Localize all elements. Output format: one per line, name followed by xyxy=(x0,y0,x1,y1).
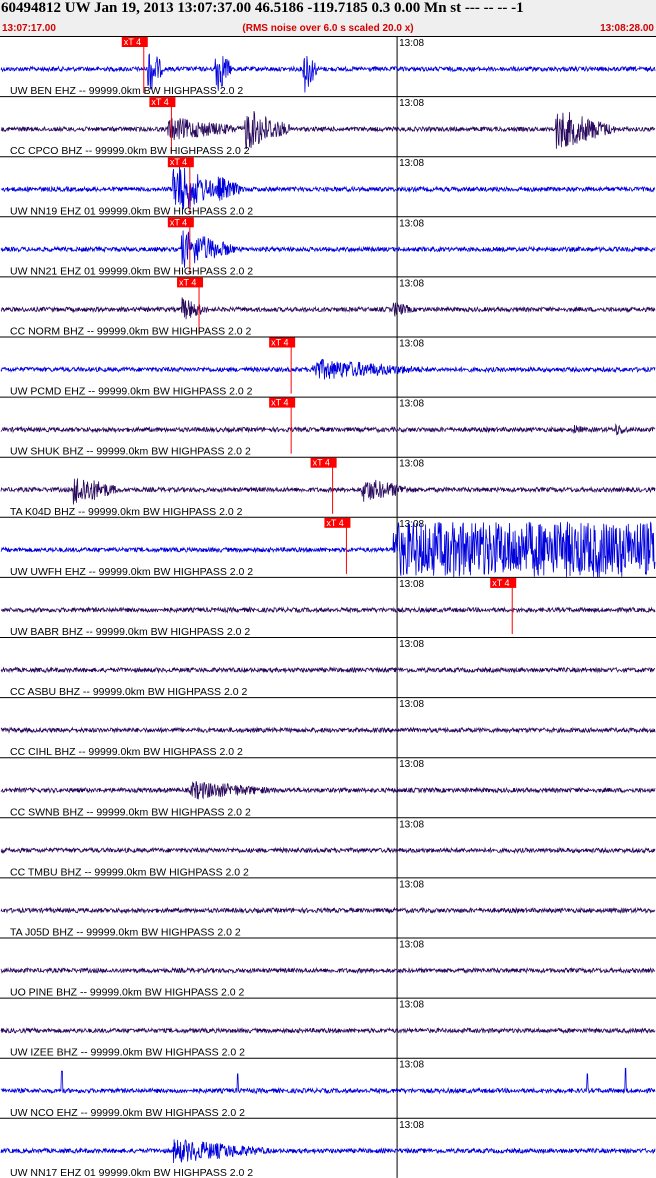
event-title: 60494812 UW Jan 19, 2013 13:07:37.00 46.… xyxy=(1,0,524,16)
trace-6: 13:08 xT 4 UW SHUK BHZ -- 99999.0km BW HIG… xyxy=(0,396,656,458)
minute-tick-label: 13:08 xyxy=(399,879,424,890)
trace-4: 13:08 xT 4 CC NORM BHZ -- 99999.0km BW HIG… xyxy=(0,276,656,338)
waveform xyxy=(0,423,656,436)
trace-11: 13:08 CC CIHL BHZ -- 99999.0km BW HIGHPAS… xyxy=(0,697,656,758)
minute-tick-label: 13:08 xyxy=(399,459,424,470)
minute-tick-label: 13:08 xyxy=(399,1060,424,1071)
waveform xyxy=(0,1067,656,1095)
waveform xyxy=(0,1139,656,1164)
station-label: CC NORM BHZ -- 99999.0km BW HIGHPASS 2.0… xyxy=(10,326,252,338)
station-label: UW NN17 EHZ 01 99999.0km BW HIGHPASS 2.0… xyxy=(10,1167,253,1178)
trace-5: 13:08 xT 4 UW PCMD EHZ -- 99999.0km BW HIG… xyxy=(0,336,656,398)
trace-8: 13:08xT 4UW UWFH EHZ -- 99999.0km BW HIG… xyxy=(0,516,656,578)
minute-tick-label: 13:08 xyxy=(399,759,424,770)
station-label: CC CIHL BHZ -- 99999.0km BW HIGHPASS 2.0… xyxy=(10,746,243,758)
station-label: UW IZEE BHZ -- 99999.0km BW HIGHPASS 2.0… xyxy=(10,1047,245,1059)
trace-10: 13:08 CC ASBU BHZ -- 99999.0km BW HIGHPAS… xyxy=(0,637,656,698)
station-label: UW NCO EHZ -- 99999.0km BW HIGHPASS 2.0 … xyxy=(10,1107,245,1119)
waveform xyxy=(0,478,656,505)
waveform xyxy=(0,666,656,674)
waveform xyxy=(0,726,656,734)
trace-17: 13:08 UW NCO EHZ -- 99999.0km BW HIGHPASS… xyxy=(0,1057,656,1119)
waveform xyxy=(0,781,656,800)
minute-tick-label: 13:08 xyxy=(399,1120,424,1131)
waveform xyxy=(0,297,656,320)
minute-tick-label: 13:08 xyxy=(399,940,424,951)
minute-tick-label: 13:08 xyxy=(399,1000,424,1011)
station-label: UW PCMD EHZ -- 99999.0km BW HIGHPASS 2.0… xyxy=(10,386,253,398)
pick-label: xT 4 xyxy=(151,97,168,107)
pick-label: xT 4 xyxy=(271,338,288,348)
minute-tick-label: 13:08 xyxy=(399,158,424,169)
minute-tick-label: 13:08 xyxy=(399,639,424,650)
trace-15: 13:08 UO PINE BHZ -- 99999.0km BW HIGHPAS… xyxy=(0,937,656,999)
trace-18: 13:08 UW NN17 EHZ 01 99999.0km BW HIGHPAS… xyxy=(0,1117,656,1178)
minute-tick-label: 13:08 xyxy=(399,579,424,590)
pick-label: xT 4 xyxy=(326,518,343,528)
trace-12: 13:08 CC SWNB BHZ -- 99999.0km BW HIGHPAS… xyxy=(0,757,656,818)
rms-note: (RMS noise over 6.0 s scaled 20.0 x) xyxy=(242,23,414,34)
minute-tick-label: 13:08 xyxy=(399,278,424,289)
end-time: 13:08:28.00 xyxy=(600,23,654,34)
waveform xyxy=(0,230,656,268)
pick-label: xT 4 xyxy=(170,157,187,167)
station-label: UW NN21 EHZ 01 99999.0km BW HIGHPASS 2.0… xyxy=(10,265,253,277)
station-label: CC CPCO BHZ -- 99999.0km BW HIGHPASS 2.0… xyxy=(10,145,250,157)
minute-tick-label: 13:08 xyxy=(399,399,424,410)
station-label: CC SWNB BHZ -- 99999.0km BW HIGHPASS 2.0… xyxy=(10,806,251,818)
station-label: CC ASBU BHZ -- 99999.0km BW HIGHPASS 2.0… xyxy=(10,686,247,698)
pick-label: xT 4 xyxy=(124,37,141,47)
trace-7: 13:08 xT 4 TA K04D BHZ -- 99999.0km BW HIG… xyxy=(0,456,656,518)
pick-label: xT 4 xyxy=(179,277,196,287)
station-label: UW BABR BHZ -- 99999.0km BW HIGHPASS 2.0… xyxy=(10,626,250,638)
trace-14: 13:08 TA J05D BHZ -- 99999.0km BW HIGHPAS… xyxy=(0,877,656,939)
waveform xyxy=(0,358,656,380)
minute-tick-label: 13:08 xyxy=(399,218,424,229)
minute-tick-label: 13:08 xyxy=(399,38,424,49)
minute-tick-label: 13:08 xyxy=(399,819,424,830)
station-label: UW SHUK BHZ -- 99999.0km BW HIGHPASS 2.0… xyxy=(10,446,251,458)
pick-label: xT 4 xyxy=(271,398,288,408)
waveform xyxy=(0,1026,656,1035)
pick-label: xT 4 xyxy=(313,458,330,468)
waveform xyxy=(0,846,656,855)
pick-label: xT 4 xyxy=(170,217,187,227)
station-label: TA K04D BHZ -- 99999.0km BW HIGHPASS 2.0… xyxy=(10,506,243,518)
header-bar: 60494812 UW Jan 19, 2013 13:07:37.00 46.… xyxy=(0,0,656,37)
trace-16: 13:08 UW IZEE BHZ -- 99999.0km BW HIGHPAS… xyxy=(0,997,656,1059)
waveform xyxy=(0,111,656,150)
minute-tick-label: 13:08 xyxy=(399,339,424,350)
waveform xyxy=(0,606,656,614)
station-label: UW UWFH EHZ -- 99999.0km BW HIGHPASS 2.0… xyxy=(10,566,253,578)
minute-tick-label: 13:08 xyxy=(399,699,424,710)
trace-13: 13:08 CC TMBU BHZ -- 99999.0km BW HIGHPAS… xyxy=(0,817,656,878)
station-label: UO PINE BHZ -- 99999.0km BW HIGHPASS 2.0… xyxy=(10,987,245,999)
station-label: CC TMBU BHZ -- 99999.0km BW HIGHPASS 2.0… xyxy=(10,866,249,878)
station-label: TA J05D BHZ -- 99999.0km BW HIGHPASS 2.0… xyxy=(10,927,241,939)
trace-1: 13:08 xT 4 CC CPCO BHZ -- 99999.0km BW HIG… xyxy=(0,96,656,157)
minute-tick-label: 13:08 xyxy=(399,98,424,109)
station-label: UW NN19 EHZ 01 99999.0km BW HIGHPASS 2.0… xyxy=(10,205,253,217)
station-label: UW BEN EHZ -- 99999.0km BW HIGHPASS 2.0 … xyxy=(10,85,243,97)
waveform xyxy=(0,966,656,975)
waveform xyxy=(0,906,656,915)
seismogram-plot: 13:08xT 4UW BEN EHZ -- 99999.0km BW HIGH… xyxy=(0,36,656,1178)
waveform xyxy=(0,165,656,210)
trace-0: 13:08 xT 4 UW BEN EHZ -- 99999.0km BW HIGH… xyxy=(0,36,656,97)
pick-label: xT 4 xyxy=(492,578,509,588)
trace-2: 13:08 xT 4 UW NN19 EHZ 01 99999.0km BW HIG… xyxy=(0,156,656,217)
trace-9: 13:08 xT 4 UW BABR BHZ -- 99999.0km BW HIG… xyxy=(0,576,656,638)
trace-3: 13:08 xT 4 UW NN21 EHZ 01 99999.0km BW HIG… xyxy=(0,216,656,277)
